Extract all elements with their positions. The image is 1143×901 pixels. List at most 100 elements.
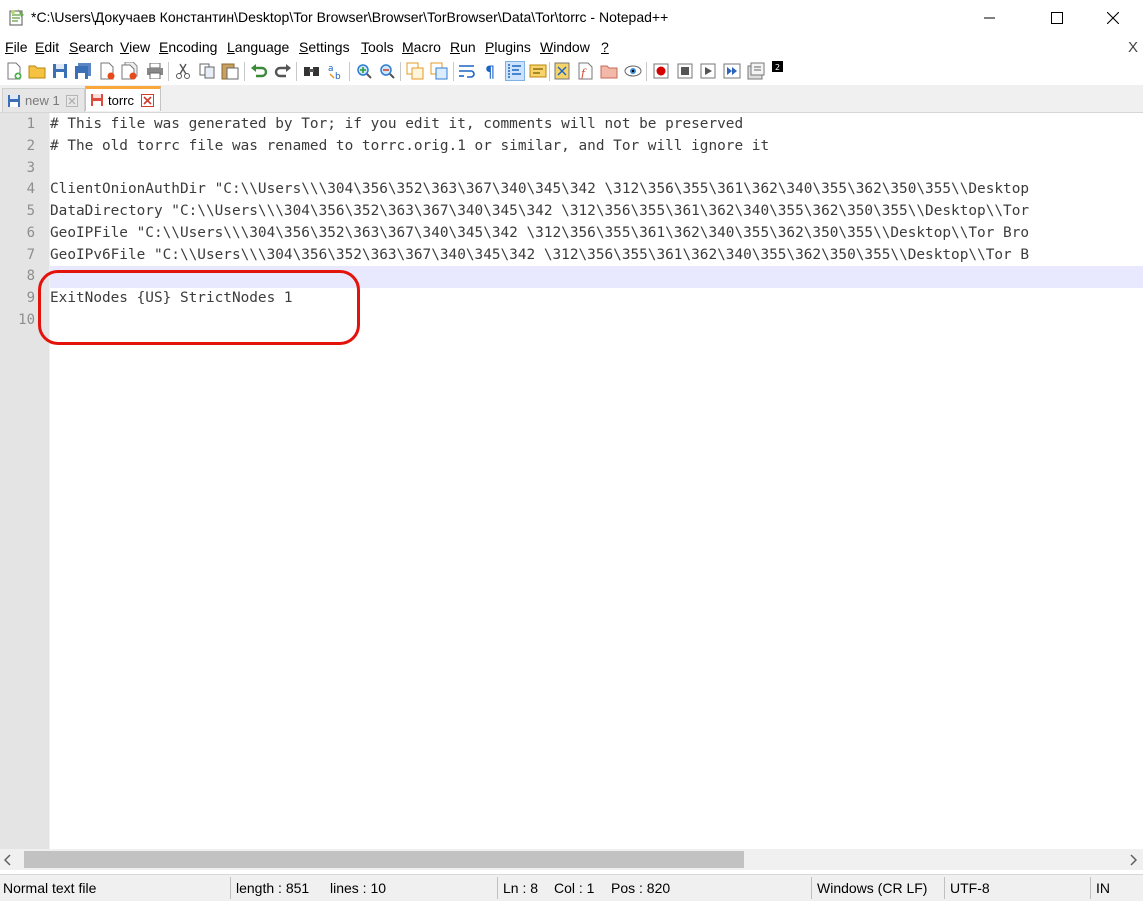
redo-icon[interactable]: [273, 61, 293, 81]
maximize-button[interactable]: [1034, 0, 1080, 36]
code-line: DataDirectory "C:\\Users\\\304\356\352\3…: [50, 203, 1030, 219]
play-macro-icon[interactable]: [698, 61, 718, 81]
status-encoding: UTF-8: [950, 880, 990, 896]
save-all-icon[interactable]: [73, 61, 93, 81]
menu-settings[interactable]: Settings: [299, 39, 350, 55]
scroll-right-icon[interactable]: [1129, 853, 1138, 869]
line-number: 10: [18, 312, 35, 328]
doc-map-icon[interactable]: [552, 61, 572, 81]
svg-text:¶: ¶: [485, 63, 495, 79]
run-macro-multiple-icon[interactable]: [722, 61, 742, 81]
sync-horizontal-icon[interactable]: [429, 61, 449, 81]
menu-search[interactable]: Search: [69, 39, 113, 55]
svg-text:b: b: [335, 72, 341, 80]
toolbar: ab ¶ f 2: [0, 58, 1143, 85]
minimize-button[interactable]: [967, 0, 1013, 36]
menu-plugins[interactable]: Plugins: [485, 39, 531, 55]
tab-torrc[interactable]: torrc: [85, 86, 161, 111]
toolbar-separator: [244, 62, 245, 81]
status-lines: lines : 10: [330, 880, 387, 896]
line-number: 4: [26, 181, 35, 197]
function-list-icon[interactable]: f: [576, 61, 596, 81]
status-pos: Pos : 820: [611, 880, 671, 896]
menu-edit[interactable]: Edit: [35, 39, 59, 55]
status-eol: Windows (CR LF): [817, 880, 928, 896]
line-number: 3: [26, 160, 35, 176]
folder-workspace-icon[interactable]: [599, 61, 619, 81]
new-file-icon[interactable]: [4, 61, 24, 81]
code-line: ClientOnionAuthDir "C:\\Users\\\304\356\…: [50, 181, 1030, 197]
notepadpp-icon[interactable]: [9, 8, 25, 26]
toolbar-separator: [168, 62, 169, 81]
find-icon[interactable]: [302, 61, 322, 81]
record-macro-icon[interactable]: [651, 61, 671, 81]
horizontal-scrollbar[interactable]: [0, 849, 1143, 870]
replace-icon[interactable]: ab: [326, 61, 346, 81]
save-icon[interactable]: [50, 61, 70, 81]
udl-icon[interactable]: [528, 61, 548, 81]
paste-icon[interactable]: [220, 61, 240, 81]
scrollbar-thumb[interactable]: [24, 851, 744, 868]
code-area[interactable]: # This file was generated by Tor; if you…: [50, 113, 1143, 849]
tab-close-icon[interactable]: [66, 94, 78, 107]
status-file-type: Normal text file: [3, 880, 97, 896]
word-wrap-icon[interactable]: [457, 61, 477, 81]
menu-window[interactable]: Window: [540, 39, 590, 55]
tab-label: torrc: [108, 92, 134, 108]
indent-guide-icon[interactable]: [505, 61, 525, 81]
undo-icon[interactable]: [249, 61, 269, 81]
status-separator: [230, 877, 231, 899]
line-number: 6: [26, 225, 35, 241]
menu-file[interactable]: File: [5, 39, 28, 55]
status-ln: Ln : 8: [503, 880, 539, 896]
line-number: 7: [26, 247, 35, 263]
tab-new-1[interactable]: new 1: [2, 88, 85, 112]
menu-bar: File Edit Search View Encoding Language …: [0, 36, 1143, 58]
toolbar-separator: [646, 62, 647, 81]
menu-view[interactable]: View: [120, 39, 150, 55]
zoom-out-icon[interactable]: [377, 61, 397, 81]
menu-language[interactable]: Language: [227, 39, 289, 55]
toolbar-separator: [296, 62, 297, 81]
editor[interactable]: 1 2 3 4 5 6 7 8 9 10 # This file was gen…: [0, 113, 1143, 849]
close-document-button[interactable]: X: [1128, 39, 1138, 56]
line-number: 1: [26, 116, 35, 132]
minimize-icon: [984, 12, 996, 24]
close-all-icon[interactable]: [120, 61, 140, 81]
menu-macro[interactable]: Macro: [402, 39, 441, 55]
line-number-gutter: 1 2 3 4 5 6 7 8 9 10: [0, 113, 50, 849]
plugin-icon[interactable]: 2: [771, 60, 783, 72]
show-all-chars-icon[interactable]: ¶: [481, 61, 501, 81]
code-line: GeoIPFile "C:\\Users\\\304\356\352\363\3…: [50, 225, 1030, 241]
tab-close-icon[interactable]: [141, 93, 154, 107]
menu-run[interactable]: Run: [450, 39, 476, 55]
close-icon: [1107, 12, 1119, 24]
scroll-left-icon[interactable]: [3, 853, 12, 869]
open-file-icon[interactable]: [27, 61, 47, 81]
maximize-icon: [1051, 12, 1063, 24]
line-number: 2: [26, 138, 35, 154]
menu-tools[interactable]: Tools: [361, 39, 394, 55]
close-file-icon[interactable]: [97, 61, 117, 81]
sync-vertical-icon[interactable]: [405, 61, 425, 81]
zoom-in-icon[interactable]: [354, 61, 374, 81]
close-window-button[interactable]: [1090, 0, 1136, 36]
line-number: 8: [26, 268, 35, 284]
cut-icon[interactable]: [173, 61, 193, 81]
menu-encoding[interactable]: Encoding: [159, 39, 217, 55]
code-line: # This file was generated by Tor; if you…: [50, 116, 744, 132]
code-line: # The old torrc file was renamed to torr…: [50, 138, 770, 154]
line-number: 5: [26, 203, 35, 219]
print-icon[interactable]: [145, 61, 165, 81]
monitoring-icon[interactable]: [623, 61, 643, 81]
status-separator: [1090, 877, 1091, 899]
saved-file-icon: [7, 94, 21, 108]
save-macro-icon[interactable]: [746, 61, 766, 81]
status-col: Col : 1: [554, 880, 595, 896]
svg-text:2: 2: [775, 63, 780, 72]
status-bar: Normal text file length : 851 lines : 10…: [0, 874, 1143, 901]
menu-help[interactable]: ?: [601, 39, 609, 55]
stop-record-icon[interactable]: [675, 61, 695, 81]
copy-icon[interactable]: [197, 61, 217, 81]
unsaved-file-icon: [90, 93, 104, 107]
